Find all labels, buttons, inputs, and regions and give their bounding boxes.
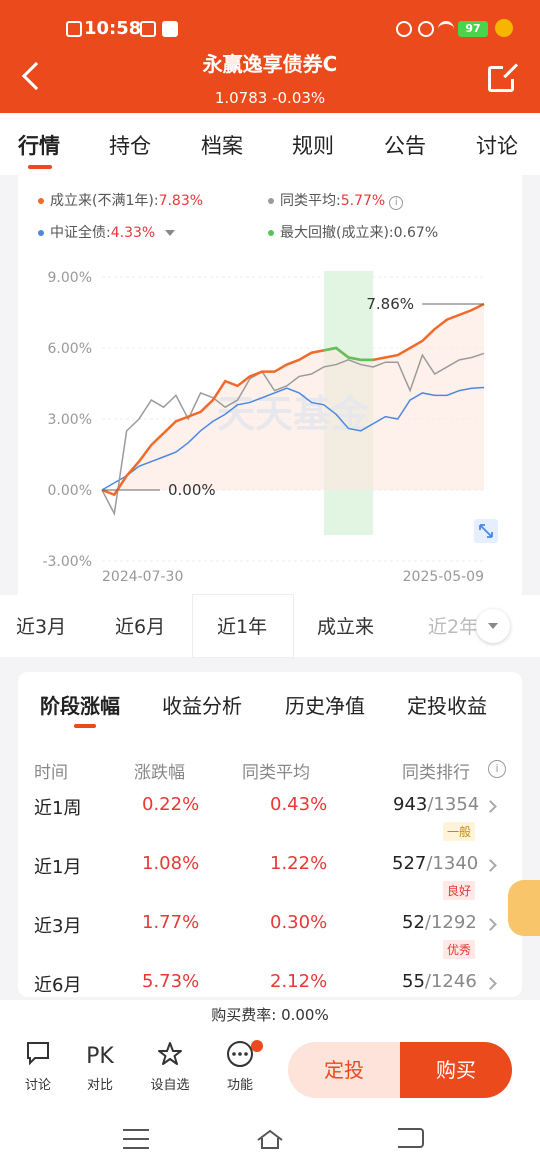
chevron-right-icon xyxy=(484,800,497,813)
tab-announcements[interactable]: 公告 xyxy=(384,130,426,160)
info-icon[interactable]: i xyxy=(488,760,506,778)
compare-button[interactable]: PK 对比 xyxy=(75,1040,125,1093)
row-rank: 943 xyxy=(393,794,428,815)
tab-profile[interactable]: 档案 xyxy=(201,130,243,160)
row-avg: 2.12% xyxy=(270,971,328,992)
row-change: 1.77% xyxy=(142,912,200,933)
expand-periods-button[interactable] xyxy=(476,609,510,643)
charging-icon xyxy=(495,19,513,37)
menu-icon[interactable] xyxy=(123,1129,149,1156)
wifi-icon xyxy=(438,21,454,37)
app-notification-icon xyxy=(140,21,156,37)
chevron-right-icon xyxy=(484,918,497,931)
share-icon[interactable] xyxy=(488,63,521,92)
row-avg: 0.30% xyxy=(270,912,328,933)
header-change: 涨跌幅 xyxy=(134,763,185,783)
app-notification-icon-2 xyxy=(162,21,178,37)
row-rank: 52 xyxy=(402,912,425,933)
tab-nav-history[interactable]: 历史净值 xyxy=(285,690,365,719)
row-total: /1292 xyxy=(424,912,477,933)
y-tick-label: 3.00% xyxy=(48,412,92,428)
mute-icon xyxy=(418,21,434,37)
chart-card: 成立来(不满1年):7.83% 同类平均:5.77% i 中证全债:4.33% 最… xyxy=(18,175,522,655)
app-header: 10:58 97 永赢逸享债券C 1.0783 -0.03% xyxy=(0,0,540,113)
period-3m[interactable]: 近3月 xyxy=(16,612,66,639)
fund-nav: 1.0783 -0.03% xyxy=(0,89,540,107)
rank-badge: 良好 xyxy=(443,881,476,900)
tab-rules[interactable]: 规则 xyxy=(292,130,334,160)
notification-badge xyxy=(251,1040,263,1052)
tab-return-analysis[interactable]: 收益分析 xyxy=(162,690,242,719)
home-icon[interactable] xyxy=(256,1128,284,1150)
header-period: 时间 xyxy=(34,763,68,783)
chevron-down-icon xyxy=(488,623,498,629)
returns-card: 阶段涨幅 收益分析 历史净值 定投收益 时间 涨跌幅 同类平均 同类排行 i 近… xyxy=(18,672,522,997)
row-period: 近1周 xyxy=(34,798,82,819)
tab-holdings[interactable]: 持仓 xyxy=(109,130,151,160)
sip-button[interactable]: 定投 xyxy=(288,1042,400,1098)
performance-chart[interactable]: 9.00% 6.00% 3.00% 0.00% -3.00% 天天基金 7.86% 0.00%… xyxy=(18,175,522,595)
rank-badge: 一般 xyxy=(443,822,476,841)
row-change: 1.08% xyxy=(142,853,200,874)
rank-badge: 优秀 xyxy=(443,940,476,959)
period-since-inception[interactable]: 成立来 xyxy=(317,612,374,639)
row-rank: 55 xyxy=(402,971,425,992)
back-nav-icon[interactable] xyxy=(398,1128,424,1148)
chart-watermark: 天天基金 xyxy=(217,392,370,436)
chat-icon xyxy=(13,1040,63,1074)
fund-title: 永赢逸享债券C xyxy=(202,52,338,76)
star-icon xyxy=(145,1040,195,1074)
system-navbar xyxy=(0,1110,540,1170)
tab-sip-returns[interactable]: 定投收益 xyxy=(407,690,487,719)
active-tab-indicator xyxy=(28,165,52,169)
status-time: 10:58 xyxy=(84,18,142,39)
start-annotation: 0.00% xyxy=(168,481,216,499)
y-tick-label: 9.00% xyxy=(48,270,92,286)
row-period: 近1月 xyxy=(34,857,82,878)
bottom-action-bar: 讨论 PK 对比 设自选 功能 定投 购买 xyxy=(0,1030,540,1110)
active-tab-indicator xyxy=(74,724,96,728)
tab-stage-returns[interactable]: 阶段涨幅 xyxy=(40,690,120,719)
period-1y[interactable]: 近1年 xyxy=(217,612,267,639)
period-6m[interactable]: 近6月 xyxy=(115,612,165,639)
period-selector: 近3月 近6月 近1年 成立来 近2年 xyxy=(0,595,540,657)
nav-value: 1.0783 xyxy=(214,89,268,107)
pk-icon: PK xyxy=(86,1044,114,1069)
x-end-label: 2025-05-09 xyxy=(403,569,484,585)
row-change: 5.73% xyxy=(142,971,200,992)
row-period: 近3月 xyxy=(34,916,82,937)
tab-market[interactable]: 行情 xyxy=(18,130,60,160)
y-tick-label: -3.00% xyxy=(42,554,92,570)
status-bar: 10:58 97 xyxy=(0,16,540,44)
y-tick-label: 0.00% xyxy=(48,483,92,499)
nav-change: -0.03% xyxy=(272,89,326,107)
end-annotation: 7.86% xyxy=(366,295,414,313)
header-peer-rank: 同类排行 xyxy=(402,763,470,783)
notification-icon xyxy=(66,21,82,37)
period-2y[interactable]: 近2年 xyxy=(428,612,478,639)
row-period: 近6月 xyxy=(34,975,82,996)
row-change: 0.22% xyxy=(142,794,200,815)
mascot-icon[interactable] xyxy=(508,880,540,936)
row-avg: 0.43% xyxy=(270,794,328,815)
purchase-fee: 购买费率: 0.00% xyxy=(0,1000,540,1030)
buy-button[interactable]: 购买 xyxy=(400,1042,512,1098)
chevron-right-icon xyxy=(484,859,497,872)
header-peer-average: 同类平均 xyxy=(242,763,310,783)
battery-icon: 97 xyxy=(458,21,488,37)
chevron-right-icon xyxy=(484,977,497,990)
more-functions-button[interactable]: 功能 xyxy=(215,1040,265,1093)
row-rank: 527 xyxy=(392,853,427,874)
tab-discussion[interactable]: 讨论 xyxy=(476,130,518,160)
x-start-label: 2024-07-30 xyxy=(102,569,183,585)
main-tabs: 行情 持仓 档案 规则 公告 讨论 xyxy=(0,113,540,175)
alarm-icon xyxy=(396,21,412,37)
discuss-button[interactable]: 讨论 xyxy=(13,1040,63,1093)
add-watchlist-button[interactable]: 设自选 xyxy=(145,1040,195,1093)
row-total: /1340 xyxy=(426,853,479,874)
row-total: /1354 xyxy=(427,794,480,815)
row-total: /1246 xyxy=(424,971,477,992)
row-avg: 1.22% xyxy=(270,853,328,874)
y-tick-label: 6.00% xyxy=(48,341,92,357)
